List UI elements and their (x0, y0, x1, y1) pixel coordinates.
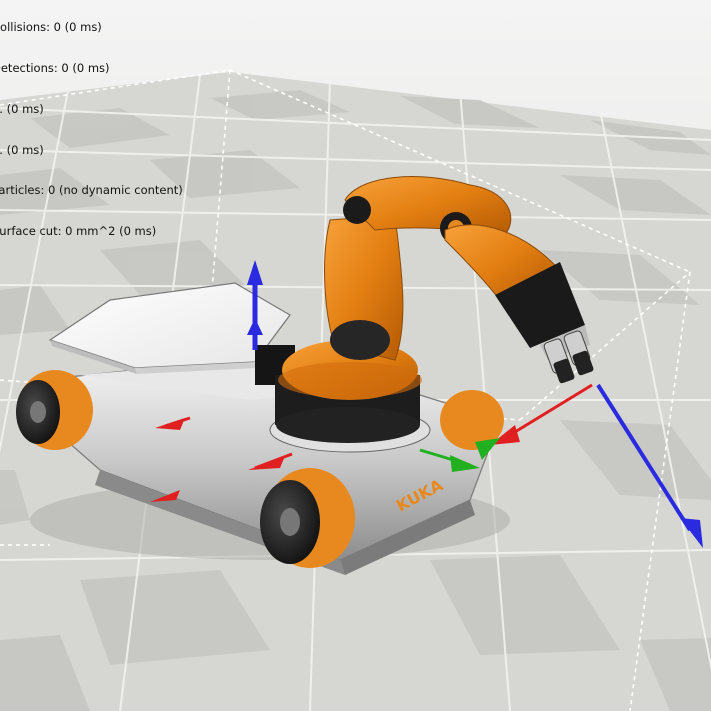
stats-line-3: ... (0 ms) (0, 101, 44, 116)
stats-overlay: Collisions: 0 (0 ms) Detections: 0 (0 ms… (0, 0, 183, 266)
stats-line-detections: Detections: 0 (0 ms) (0, 60, 110, 75)
simulation-viewport[interactable]: KUKA Collisions: 0 (0 ms) Detections: 0 … (0, 0, 711, 711)
stats-line-particles: Particles: 0 (no dynamic content) (0, 183, 183, 198)
stats-line-4: ... (0 ms) (0, 142, 44, 157)
stats-line-collisions: Collisions: 0 (0 ms) (0, 20, 102, 35)
stats-line-surface-cut: Surface cut: 0 mm^2 (0 ms) (0, 224, 157, 239)
arm-link-1[interactable] (324, 214, 404, 361)
